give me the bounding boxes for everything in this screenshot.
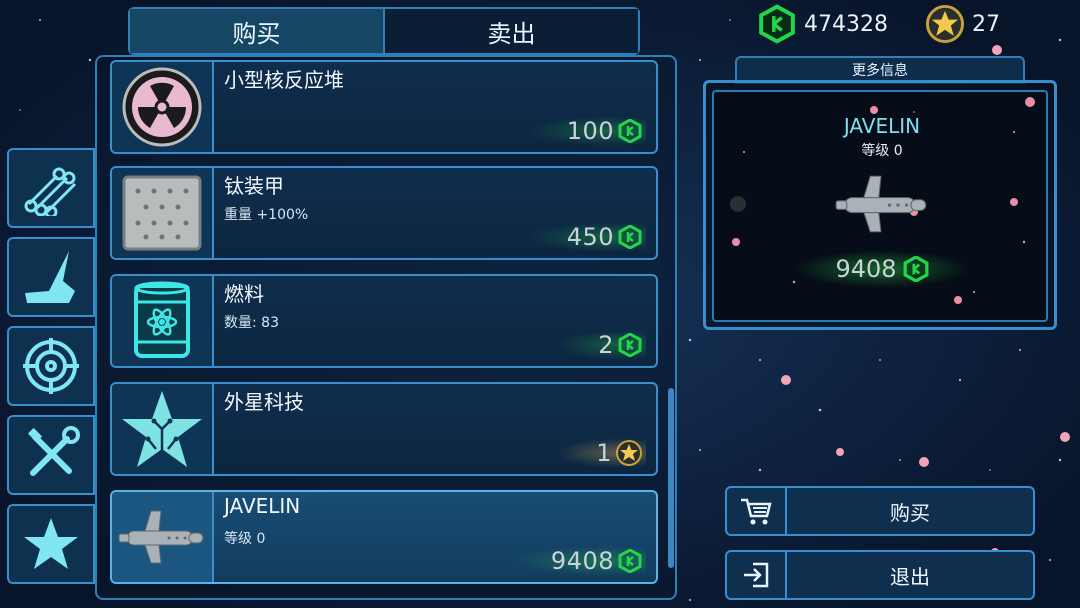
radiation-icon <box>112 62 214 152</box>
crane-arm-icon <box>25 251 75 303</box>
star-coin-icon <box>926 5 964 43</box>
tab-sell[interactable]: 卖出 <box>385 9 638 53</box>
credit-icon <box>903 256 928 282</box>
credits-amount: 474328 <box>804 11 888 37</box>
category-weapons[interactable] <box>7 326 95 406</box>
item-title: 燃料 <box>224 282 264 306</box>
item-title: 外星科技 <box>224 390 304 414</box>
category-modules[interactable] <box>7 237 95 317</box>
pipes-icon <box>24 167 77 216</box>
list-item-fuel[interactable]: 燃料 数量: 83 2 <box>110 274 658 368</box>
category-materials[interactable] <box>7 148 95 228</box>
list-item-javelin[interactable]: JAVELIN 等级 0 9408 <box>110 490 658 584</box>
item-price: 1 <box>556 438 646 468</box>
crosshair-icon <box>23 338 79 394</box>
category-repair[interactable] <box>7 415 95 495</box>
item-price: 9408 <box>794 250 970 288</box>
item-price: 9408 <box>510 546 646 576</box>
item-subtitle: 数量: 83 <box>224 315 279 331</box>
credit-icon <box>759 4 795 44</box>
credits-display: 474328 <box>758 4 888 44</box>
star-coin-icon <box>616 440 642 466</box>
buy-button-label: 购买 <box>890 500 930 525</box>
item-price: 2 <box>558 330 646 360</box>
list-item-alien-tech[interactable]: 外星科技 1 <box>110 382 658 476</box>
item-name: JAVELIN <box>843 114 921 138</box>
item-title: JAVELIN <box>224 494 301 518</box>
credit-icon <box>618 119 642 143</box>
star-icon <box>24 518 78 569</box>
item-subtitle: 等级 0 <box>224 531 266 547</box>
exit-button-label: 退出 <box>890 564 930 589</box>
credit-icon <box>618 225 642 249</box>
exit-button[interactable]: 退出 <box>725 550 1035 600</box>
armor-plate-icon <box>112 168 214 258</box>
exit-icon <box>727 552 787 598</box>
item-preview: JAVELIN 等级 0 9408 <box>712 90 1048 322</box>
tools-icon <box>27 426 80 476</box>
item-price: 100 <box>526 116 646 146</box>
buy-sell-tabs: 购买 卖出 <box>128 7 640 55</box>
list-item-small-reactor[interactable]: 小型核反应堆 100 <box>110 60 658 154</box>
spaceship-icon <box>835 175 927 233</box>
item-subtitle: 重量 +100% <box>224 207 309 223</box>
credit-icon <box>618 333 642 357</box>
category-special[interactable] <box>7 504 95 584</box>
list-item-titanium-armor[interactable]: 钛装甲 重量 +100% 450 <box>110 166 658 260</box>
fuel-barrel-icon <box>112 276 214 366</box>
item-title: 钛装甲 <box>224 174 284 198</box>
cart-icon <box>727 488 787 534</box>
item-level: 等级 0 <box>861 143 903 159</box>
item-title: 小型核反应堆 <box>224 68 344 92</box>
spaceship-icon <box>112 492 214 582</box>
buy-button[interactable]: 购买 <box>725 486 1035 536</box>
item-price: 450 <box>526 222 646 252</box>
list-scrollbar[interactable] <box>668 388 674 568</box>
stars-display: 27 <box>926 4 1000 44</box>
stars-amount: 27 <box>972 11 1000 37</box>
credit-icon <box>618 549 642 573</box>
tab-buy[interactable]: 购买 <box>130 9 385 53</box>
alien-tech-star-icon <box>112 384 214 474</box>
